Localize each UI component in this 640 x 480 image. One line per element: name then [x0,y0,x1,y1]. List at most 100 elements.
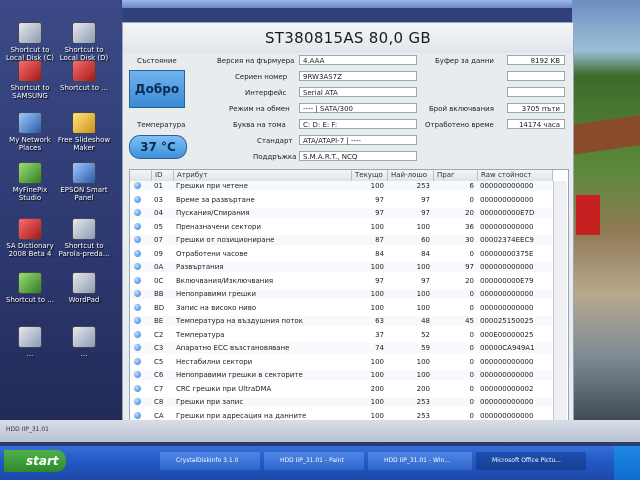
table-scrollbar[interactable] [553,181,567,430]
desktop-icon-shortcut-2[interactable]: Shortcut to ... [2,272,58,304]
status-good-icon [134,398,141,405]
cell-cur: 74 [375,344,384,352]
cell-cur: 100 [370,357,384,366]
column-header-threshold[interactable]: Праг [434,170,478,181]
status-good-icon [134,276,141,284]
cell-thr: 30 [465,236,474,244]
cell-raw: 000000000000 [480,182,534,190]
start-button[interactable]: start [4,450,66,472]
cell-worst: 200 [416,384,430,393]
cell-name: Нестабилни сектори [176,357,253,366]
taskbar-button-windows-viewer[interactable]: HDD IIP_31.01 - Win... [368,452,472,470]
table-row[interactable]: C8 Грешки при запис 100 253 0 000000000000 [130,397,552,407]
cell-worst: 253 [416,398,430,406]
desktop-icon-misc-2[interactable]: ... [56,326,112,358]
column-header-attribute[interactable]: Атрибут [174,170,352,181]
cell-name: Запис на високо ниво [176,303,257,312]
taskbar-button-office-picture[interactable]: Microsoft Office Pictu... [476,452,586,470]
desktop-icon-finepix[interactable]: MyFinePix Studio [2,162,58,202]
buffer-label: Буфер за данни [435,57,494,65]
status-good-icon [134,411,141,419]
table-row[interactable]: 01 Грешки при четене 100 253 6 000000000000 [130,181,552,191]
status-good-icon [134,263,141,270]
cell-thr: 0 [469,344,474,352]
status-good-icon [134,371,141,378]
cell-raw: 000000000000 [480,411,534,420]
column-header-worst[interactable]: Най-лошо [388,170,434,181]
desktop-icon-misc-1[interactable]: ... [2,326,58,358]
desktop-icon-local-disk-c[interactable]: Shortcut to Local Disk (C) [2,22,58,62]
table-row[interactable]: 04 Пускания/Спирания 97 97 20 000000000E7D [130,208,552,218]
screen: Shortcut to Local Disk (C) Shortcut to L… [0,0,640,480]
cell-worst: 84 [421,249,430,258]
table-row[interactable]: BD Запис на високо ниво 100 100 0 00000000000… [130,303,552,313]
cell-name: Грешки при запис [176,398,244,406]
cell-cur: 100 [370,290,384,298]
table-row[interactable]: 09 Отработени часове 84 84 0 00000000375E [130,249,552,259]
desktop-icon-slideshow[interactable]: Free Slideshow Maker [56,112,112,152]
status-good-icon [134,209,141,216]
status-good-icon [134,195,141,203]
smart-attributes-table: ID Атрибут Текущо Най-лошо Праг Raw стой… [129,169,569,433]
cell-raw: 000000000E79 [480,276,534,285]
table-row[interactable]: CA Грешки при адресация на данните 100 253 0… [130,411,552,421]
table-row[interactable]: C3 Апаратно ECC възстановяване 74 59 0 00000C… [130,343,552,353]
wordpad-icon [72,272,96,294]
desktop-icon-wordpad[interactable]: WordPad [56,272,112,304]
cell-cur: 97 [375,276,384,285]
desktop-icon-dictionary[interactable]: SA Dictionary 2008 Beta 4 [2,218,58,258]
cell-name: Температура на въздушния поток [176,317,303,325]
cell-thr: 36 [465,222,474,231]
table-row[interactable]: C7 CRC грешки при UltraDMA 200 200 0 00000000… [130,384,552,394]
table-row[interactable]: C2 Температура 37 52 0 000E00000025 [130,330,552,340]
cell-thr: 97 [465,263,474,271]
column-header-current[interactable]: Текущо [352,170,388,181]
table-row[interactable]: C5 Нестабилни сектори 100 100 0 000000000000 [130,357,552,367]
desktop-icon-local-disk-d[interactable]: Shortcut to Local Disk (D) [56,22,112,62]
temperature-badge[interactable]: 37 °C [129,135,187,159]
cell-raw: 000000000000 [480,357,534,366]
cell-id: C6 [154,371,164,379]
cell-name: Апаратно ECC възстановяване [176,344,290,352]
cell-worst: 253 [416,182,430,190]
cell-raw: 00000000375E [480,249,534,258]
column-header-raw[interactable]: Raw стойност [478,170,553,181]
table-row[interactable]: 0A Развъртания 100 100 97 000000000000 [130,262,552,272]
volume-label: Буква на тома [233,121,286,129]
column-header-id[interactable]: ID [152,170,174,181]
table-row[interactable]: BB Непоправими грешки 100 100 0 000000000000 [130,289,552,299]
cell-raw: 00000CA949A1 [480,344,535,352]
desktop-icon-parola[interactable]: Shortcut to Parola-preda... [56,218,112,258]
desktop-icon-epson[interactable]: EPSON Smart Panel [56,162,112,202]
table-row[interactable]: 0C Включвания/Изключвания 97 97 20 000000000E… [130,276,552,286]
health-status-badge[interactable]: Добро [129,70,185,108]
cell-worst: 97 [421,209,430,217]
cell-cur: 100 [370,411,384,420]
status-good-icon [134,357,141,365]
camera-icon [18,162,42,184]
status-good-icon [134,182,141,189]
cell-id: BD [154,303,165,312]
table-row[interactable]: 05 Преназначени сектори 100 100 36 0000000000… [130,222,552,232]
cell-name: Непоправими грешки в секторите [176,371,303,379]
cell-raw: 000000000000 [480,303,534,312]
cell-thr: 0 [469,249,474,258]
cell-id: C2 [154,330,164,339]
taskbar-button-paint[interactable]: HDD IIP_31.01 - Paint [264,452,364,470]
cell-name: Температура [176,330,225,339]
desktop-icon-network[interactable]: My Network Places [2,112,58,152]
table-row[interactable]: C6 Непоправими грешки в секторите 100 100 0 0… [130,370,552,380]
table-row[interactable]: 07 Грешки от позициониране 87 60 30 00002374E… [130,235,552,245]
features-value: S.M.A.R.T., NCQ [299,151,417,161]
cell-id: 0C [154,276,164,285]
table-row[interactable]: BE Температура на въздушния поток 63 48 45 00… [130,316,552,326]
cell-id: 01 [154,182,163,190]
cell-raw: 000E00000025 [480,330,534,339]
taskbar-button-crystaldiskinfo[interactable]: CrystalDiskInfo 3.1.0 [160,452,260,470]
desktop-icon-samsung[interactable]: Shortcut to SAMSUNG [2,60,58,100]
table-row[interactable]: 03 Време за развъртане 97 97 0 000000000000 [130,195,552,205]
desktop-icon-shortcut[interactable]: Shortcut to ... [56,60,112,92]
status-good-icon [134,236,141,243]
cell-thr: 0 [469,371,474,379]
cell-cur: 37 [375,330,384,339]
